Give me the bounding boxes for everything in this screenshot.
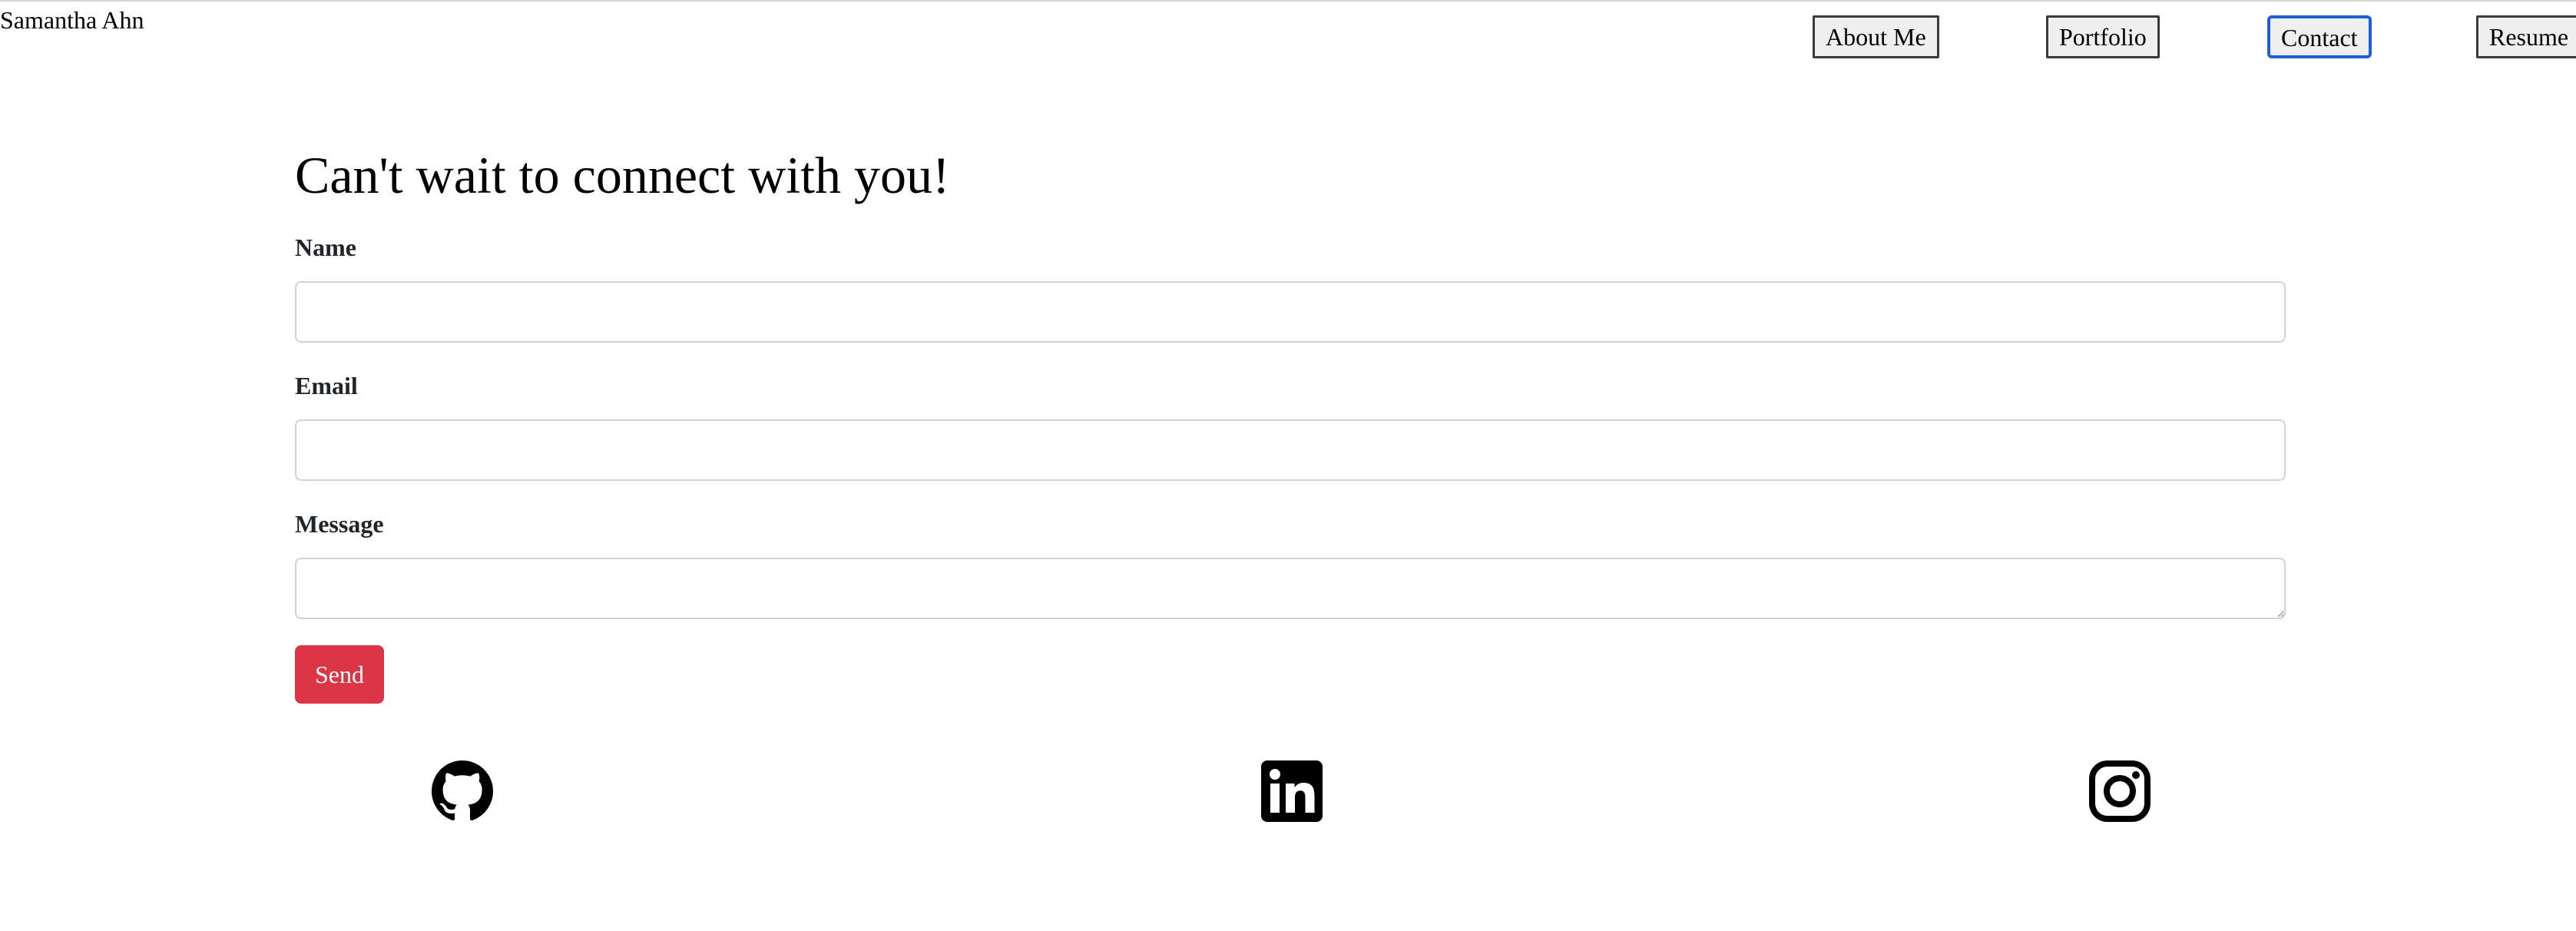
nav-contact-button[interactable]: Contact bbox=[2267, 15, 2372, 58]
email-field[interactable] bbox=[295, 419, 2286, 481]
name-field[interactable] bbox=[295, 281, 2286, 343]
github-link[interactable] bbox=[432, 760, 493, 822]
send-button[interactable]: Send bbox=[295, 645, 384, 704]
email-label: Email bbox=[295, 372, 358, 399]
message-label: Message bbox=[295, 510, 384, 538]
contact-section: Can't wait to connect with you! Name Ema… bbox=[295, 138, 2286, 704]
github-icon bbox=[432, 760, 493, 821]
site-brand: Samantha Ahn bbox=[0, 6, 144, 34]
linkedin-link[interactable] bbox=[1261, 760, 1323, 822]
instagram-icon bbox=[2089, 760, 2151, 822]
nav-resume-button[interactable]: Resume bbox=[2476, 15, 2576, 58]
message-field[interactable] bbox=[295, 558, 2286, 619]
instagram-link[interactable] bbox=[2089, 760, 2151, 822]
nav-portfolio-button[interactable]: Portfolio bbox=[2046, 15, 2160, 58]
name-label: Name bbox=[295, 234, 356, 261]
top-divider bbox=[0, 0, 2576, 2]
page-title: Can't wait to connect with you! bbox=[295, 146, 950, 204]
nav-about-me-button[interactable]: About Me bbox=[1813, 15, 1939, 58]
linkedin-icon bbox=[1261, 760, 1323, 822]
